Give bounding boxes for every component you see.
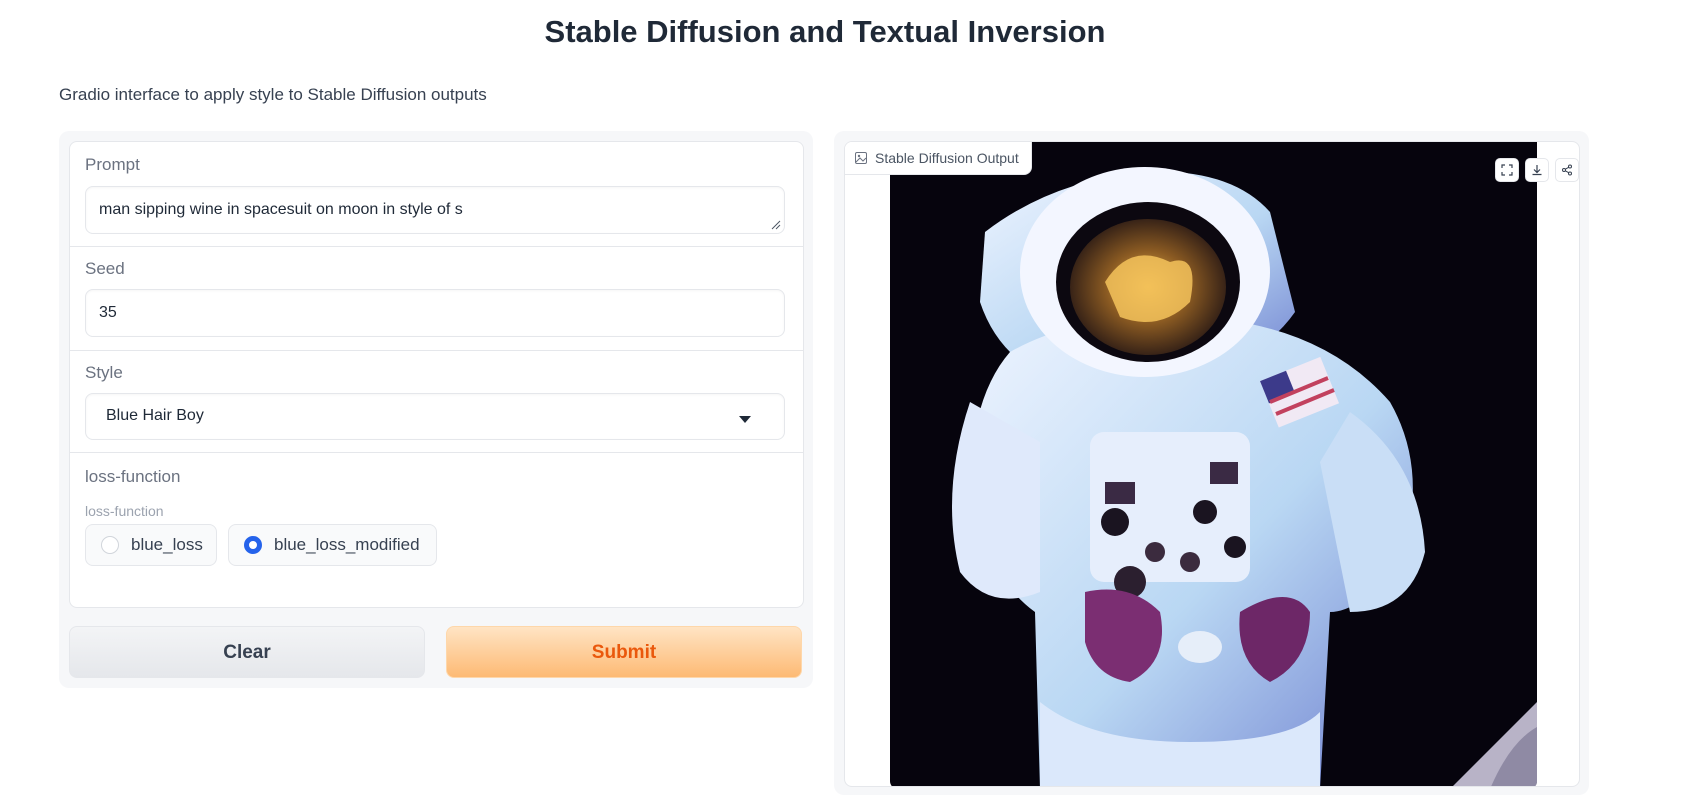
- fullscreen-icon: [1501, 164, 1513, 176]
- radio-option-blue-loss-modified[interactable]: blue_loss_modified: [228, 524, 437, 566]
- output-image-container: Stable Diffusion Output: [844, 141, 1580, 787]
- download-icon: [1532, 165, 1542, 176]
- generated-image: [890, 142, 1537, 786]
- seed-input[interactable]: 35: [85, 289, 785, 337]
- radio-checked-icon[interactable]: [244, 536, 262, 554]
- loss-function-field: loss-function loss-function blue_loss bl…: [70, 452, 803, 607]
- dropdown-arrow-icon: [739, 416, 751, 423]
- prompt-label: Prompt: [85, 155, 140, 174]
- prompt-field: Prompt man sipping wine in spacesuit on …: [70, 142, 803, 247]
- radio-circle-icon[interactable]: [101, 536, 119, 554]
- submit-button[interactable]: Submit: [446, 626, 802, 678]
- output-label: Stable Diffusion Output: [845, 142, 1032, 175]
- prompt-text: man sipping wine in spacesuit on moon in…: [99, 201, 463, 218]
- page-description: Gradio interface to apply style to Stabl…: [59, 85, 487, 104]
- style-label: Style: [85, 363, 123, 382]
- input-panel: Prompt man sipping wine in spacesuit on …: [59, 131, 813, 688]
- seed-label: Seed: [85, 259, 125, 278]
- page-title: Stable Diffusion and Textual Inversion: [544, 14, 1106, 49]
- astronaut-image: [890, 142, 1537, 786]
- resize-handle-icon[interactable]: [771, 220, 781, 230]
- seed-field: Seed 35: [70, 246, 803, 351]
- prompt-textarea[interactable]: man sipping wine in spacesuit on moon in…: [85, 186, 785, 234]
- share-icon: [1562, 164, 1572, 176]
- loss-function-info: loss-function: [85, 503, 164, 519]
- loss-function-label: loss-function: [85, 467, 181, 486]
- seed-value: 35: [99, 304, 117, 321]
- radio-option-blue-loss[interactable]: blue_loss: [85, 524, 217, 566]
- image-icon: [855, 152, 867, 165]
- radio-option-label: blue_loss_modified: [274, 535, 420, 554]
- output-label-text: Stable Diffusion Output: [875, 150, 1019, 166]
- clear-button[interactable]: Clear: [69, 626, 425, 678]
- radio-option-label: blue_loss: [131, 535, 203, 554]
- form-container: Prompt man sipping wine in spacesuit on …: [69, 141, 804, 608]
- download-button[interactable]: [1525, 158, 1549, 182]
- output-panel: Stable Diffusion Output: [834, 131, 1589, 795]
- style-selected-value: Blue Hair Boy: [106, 407, 204, 424]
- fullscreen-button[interactable]: [1495, 158, 1519, 182]
- share-button[interactable]: [1555, 158, 1579, 182]
- style-dropdown[interactable]: Blue Hair Boy: [85, 393, 785, 440]
- style-field: Style Blue Hair Boy: [70, 350, 803, 453]
